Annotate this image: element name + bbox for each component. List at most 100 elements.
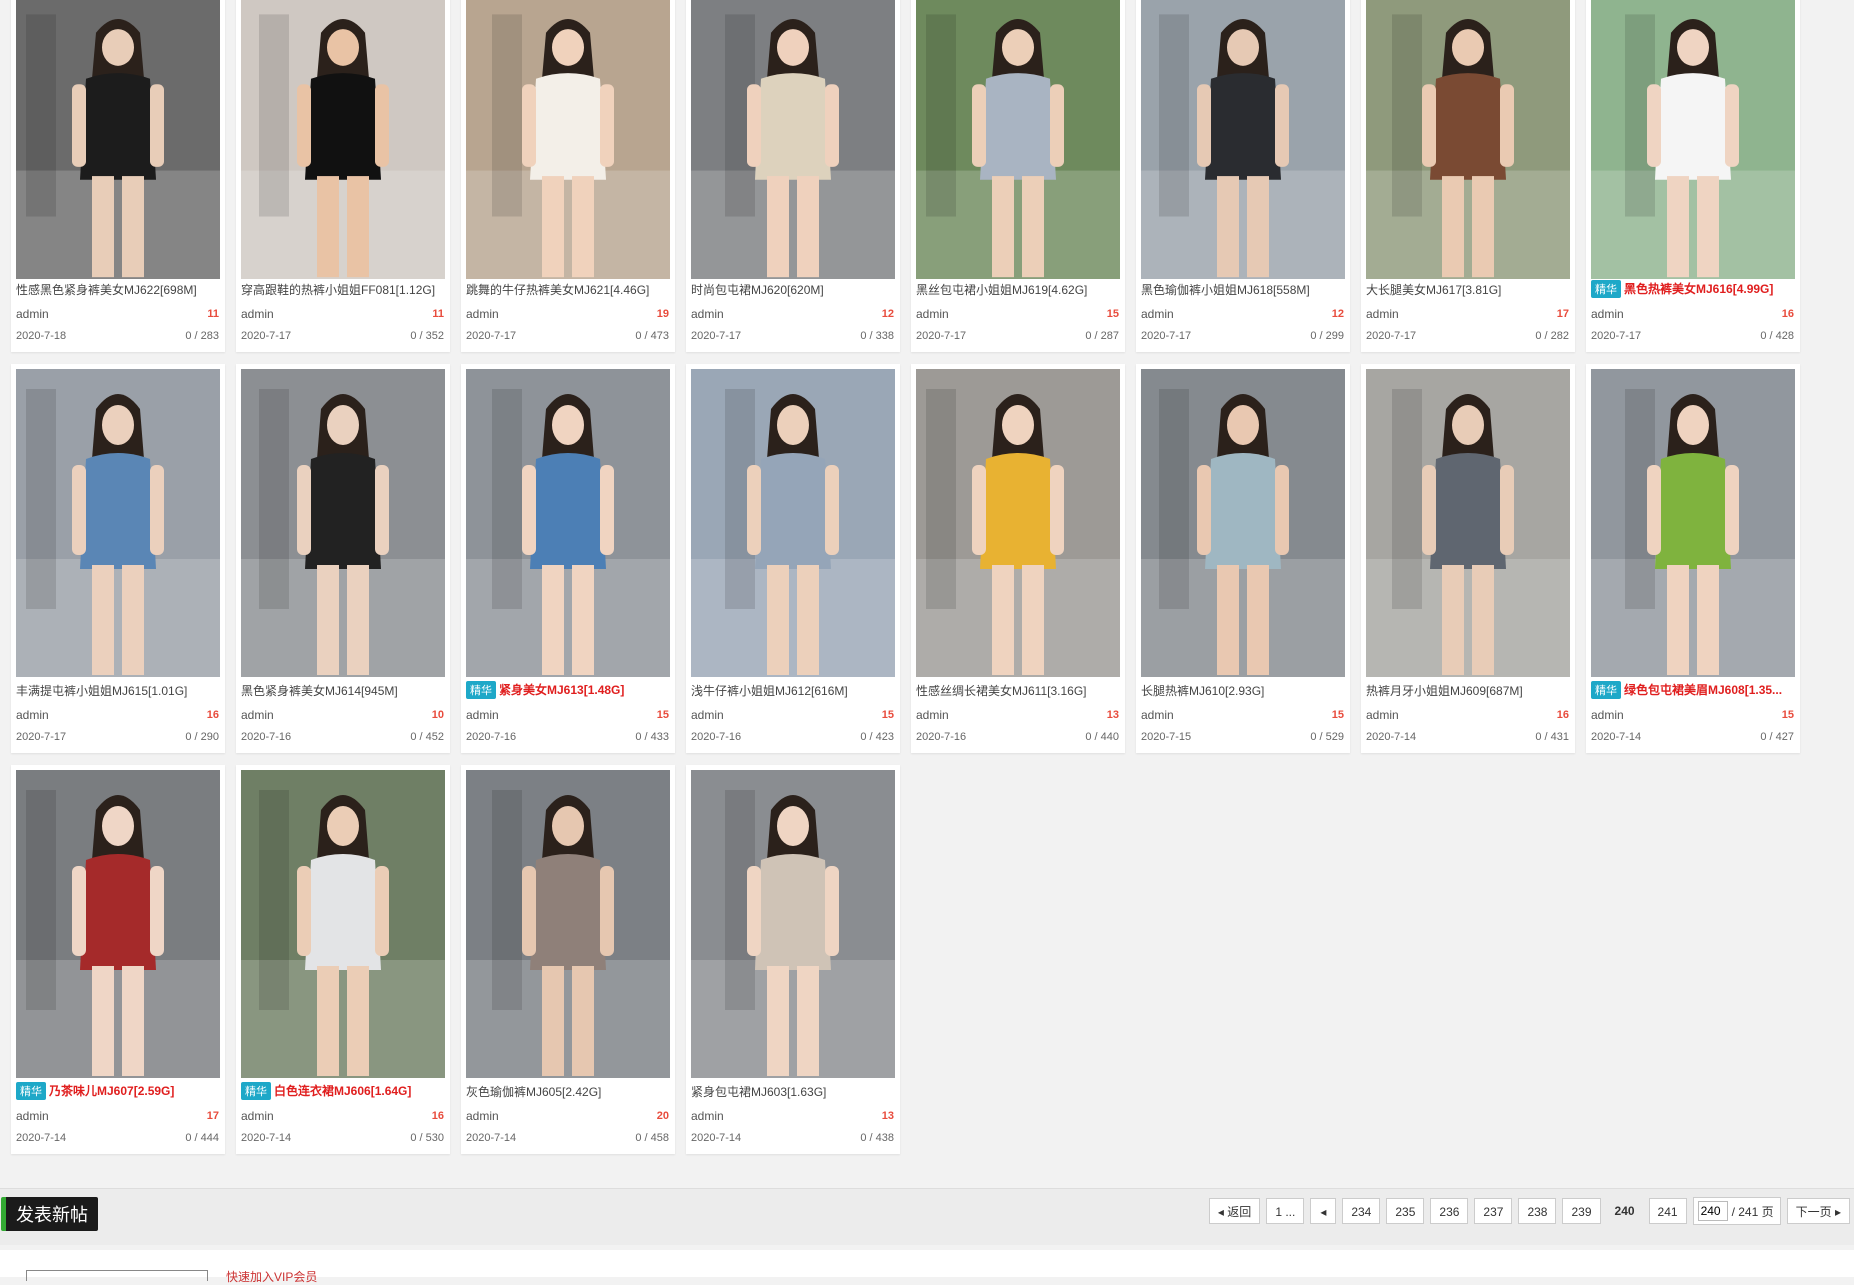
thread-title[interactable]: 精华 白色连衣裙MJ606[1.64G] (241, 1082, 446, 1100)
prev-page-button[interactable]: ◂ (1310, 1198, 1337, 1224)
author-link[interactable]: admin (691, 1109, 724, 1123)
new-post-button[interactable]: 发表新帖 (1, 1197, 98, 1231)
author-link[interactable]: admin (466, 708, 499, 722)
thread-card[interactable]: 浅牛仔裤小姐姐MJ612[616M] admin 15 2020-7-16 0 / 42… (686, 364, 900, 753)
page-link[interactable]: 239 (1562, 1198, 1601, 1224)
thread-thumbnail[interactable] (16, 0, 220, 279)
thread-title[interactable]: 长腿热裤MJ610[2.93G] (1141, 682, 1346, 699)
thread-thumbnail[interactable] (1366, 369, 1570, 677)
thread-title[interactable]: 灰色瑜伽裤MJ605[2.42G] (466, 1083, 671, 1100)
reply-view-stats: 0 / 282 (1535, 330, 1569, 342)
thread-card[interactable]: 精华 黑色热裤美女MJ616[4.99G] admin 16 2020-7-17 0 / … (1586, 0, 1800, 352)
author-link[interactable]: admin (241, 307, 274, 321)
author-link[interactable]: admin (466, 307, 499, 321)
author-link[interactable]: admin (1141, 307, 1174, 321)
author-link[interactable]: admin (466, 1109, 499, 1123)
thread-thumbnail[interactable] (916, 0, 1120, 279)
thread-thumbnail[interactable] (1591, 0, 1795, 279)
page-link[interactable]: 235 (1386, 1198, 1425, 1224)
thread-thumbnail[interactable] (16, 770, 220, 1078)
page-jump-input[interactable] (1697, 1201, 1728, 1221)
thread-title[interactable]: 紧身包屯裙MJ603[1.63G] (691, 1083, 896, 1100)
thread-title[interactable]: 黑丝包屯裙小姐姐MJ619[4.62G] (916, 281, 1121, 298)
thread-card[interactable]: 大长腿美女MJ617[3.81G] admin 17 2020-7-17 0 / 282 (1361, 0, 1575, 352)
thread-card[interactable]: 灰色瑜伽裤MJ605[2.42G] admin 20 2020-7-14 0 / 458 (461, 765, 675, 1154)
thread-card[interactable]: 性感丝绸长裙美女MJ611[3.16G] admin 13 2020-7-16 0 / … (911, 364, 1125, 753)
thread-title[interactable]: 时尚包屯裙MJ620[620M] (691, 281, 896, 298)
post-date: 2020-7-17 (691, 330, 742, 342)
thread-card[interactable]: 黑丝包屯裙小姐姐MJ619[4.62G] admin 15 2020-7-17 0 / … (911, 0, 1125, 352)
back-button[interactable]: ◂ 返回 (1208, 1198, 1261, 1224)
page-link[interactable]: 241 (1648, 1198, 1687, 1224)
author-link[interactable]: admin (241, 1109, 274, 1123)
author-link[interactable]: admin (16, 708, 49, 722)
thread-thumbnail[interactable] (466, 0, 670, 279)
author-link[interactable]: admin (16, 307, 49, 321)
thread-title[interactable]: 精华 乃茶味儿MJ607[2.59G] (16, 1082, 221, 1100)
thread-title[interactable]: 精华 黑色热裤美女MJ616[4.99G] (1591, 280, 1796, 298)
reply-view-stats: 0 / 530 (410, 1132, 444, 1144)
thread-card[interactable]: 精华 紧身美女MJ613[1.48G] admin 15 2020-7-16 0 / 43… (461, 364, 675, 753)
thread-thumbnail[interactable] (1141, 369, 1345, 677)
page-first[interactable]: 1 ... (1266, 1198, 1305, 1224)
thread-title[interactable]: 黑色紧身裤美女MJ614[945M] (241, 682, 446, 699)
thread-title[interactable]: 性感黑色紧身裤美女MJ622[698M] (16, 281, 221, 298)
author-link[interactable]: admin (241, 708, 274, 722)
next-page-button[interactable]: 下一页 ▸ (1786, 1198, 1850, 1224)
author-link[interactable]: admin (691, 307, 724, 321)
thread-thumbnail[interactable] (16, 369, 220, 677)
author-link[interactable]: admin (1591, 307, 1624, 321)
photo-image (16, 0, 220, 279)
author-link[interactable]: admin (916, 708, 949, 722)
thread-card[interactable]: 精华 绿色包屯裙美眉MJ608[1.35... admin 15 2020-7-14 0 … (1586, 364, 1800, 753)
thread-title[interactable]: 丰满提屯裤小姐姐MJ615[1.01G] (16, 682, 221, 699)
thread-title-text: 黑色热裤美女MJ616[4.99G] (1624, 282, 1774, 296)
thread-title[interactable]: 性感丝绸长裙美女MJ611[3.16G] (916, 682, 1121, 699)
page-link[interactable]: 237 (1474, 1198, 1513, 1224)
thread-card[interactable]: 长腿热裤MJ610[2.93G] admin 15 2020-7-15 0 / 529 (1136, 364, 1350, 753)
thread-thumbnail[interactable] (241, 369, 445, 677)
author-link[interactable]: admin (1366, 708, 1399, 722)
thread-title-text: 黑色紧身裤美女MJ614[945M] (241, 684, 398, 698)
author-link[interactable]: admin (1366, 307, 1399, 321)
thread-title[interactable]: 跳舞的牛仔热裤美女MJ621[4.46G] (466, 281, 671, 298)
thread-title[interactable]: 热裤月牙小姐姐MJ609[687M] (1366, 682, 1571, 699)
author-link[interactable]: admin (1141, 708, 1174, 722)
thread-card[interactable]: 紧身包屯裙MJ603[1.63G] admin 13 2020-7-14 0 / 438 (686, 765, 900, 1154)
thread-thumbnail[interactable] (691, 770, 895, 1078)
thread-card[interactable]: 黑色瑜伽裤小姐姐MJ618[558M] admin 12 2020-7-17 0 / 2… (1136, 0, 1350, 352)
thread-card[interactable]: 精华 乃茶味儿MJ607[2.59G] admin 17 2020-7-14 0 / 44… (11, 765, 225, 1154)
author-link[interactable]: admin (916, 307, 949, 321)
thread-card[interactable]: 黑色紧身裤美女MJ614[945M] admin 10 2020-7-16 0 / 45… (236, 364, 450, 753)
thread-thumbnail[interactable] (466, 369, 670, 677)
thread-title-text: 跳舞的牛仔热裤美女MJ621[4.46G] (466, 283, 650, 297)
thread-title[interactable]: 大长腿美女MJ617[3.81G] (1366, 281, 1571, 298)
thread-thumbnail[interactable] (691, 369, 895, 677)
thread-card[interactable]: 跳舞的牛仔热裤美女MJ621[4.46G] admin 19 2020-7-17 0 /… (461, 0, 675, 352)
thread-title[interactable]: 精华 绿色包屯裙美眉MJ608[1.35... (1591, 681, 1796, 699)
thread-thumbnail[interactable] (916, 369, 1120, 677)
thread-title[interactable]: 黑色瑜伽裤小姐姐MJ618[558M] (1141, 281, 1346, 298)
thread-card[interactable]: 性感黑色紧身裤美女MJ622[698M] admin 11 2020-7-18 0 / … (11, 0, 225, 352)
thread-thumbnail[interactable] (241, 0, 445, 279)
author-link[interactable]: admin (691, 708, 724, 722)
page-link[interactable]: 236 (1430, 1198, 1469, 1224)
thread-title[interactable]: 穿高跟鞋的热裤小姐姐FF081[1.12G] (241, 281, 446, 298)
thread-thumbnail[interactable] (466, 770, 670, 1078)
thread-card[interactable]: 时尚包屯裙MJ620[620M] admin 12 2020-7-17 0 / 338 (686, 0, 900, 352)
thread-card[interactable]: 丰满提屯裤小姐姐MJ615[1.01G] admin 16 2020-7-17 0 / … (11, 364, 225, 753)
thread-thumbnail[interactable] (1141, 0, 1345, 279)
page-link[interactable]: 234 (1342, 1198, 1381, 1224)
author-link[interactable]: admin (16, 1109, 49, 1123)
thread-title[interactable]: 浅牛仔裤小姐姐MJ612[616M] (691, 682, 896, 699)
thread-title[interactable]: 精华 紧身美女MJ613[1.48G] (466, 681, 671, 699)
thread-card[interactable]: 精华 白色连衣裙MJ606[1.64G] admin 16 2020-7-14 0 / 5… (236, 765, 450, 1154)
thread-thumbnail[interactable] (1366, 0, 1570, 279)
thread-card[interactable]: 热裤月牙小姐姐MJ609[687M] admin 16 2020-7-14 0 / 43… (1361, 364, 1575, 753)
thread-thumbnail[interactable] (691, 0, 895, 279)
author-link[interactable]: admin (1591, 708, 1624, 722)
page-link[interactable]: 238 (1518, 1198, 1557, 1224)
thread-thumbnail[interactable] (1591, 369, 1795, 677)
thread-card[interactable]: 穿高跟鞋的热裤小姐姐FF081[1.12G] admin 11 2020-7-17 0 … (236, 0, 450, 352)
thread-thumbnail[interactable] (241, 770, 445, 1078)
